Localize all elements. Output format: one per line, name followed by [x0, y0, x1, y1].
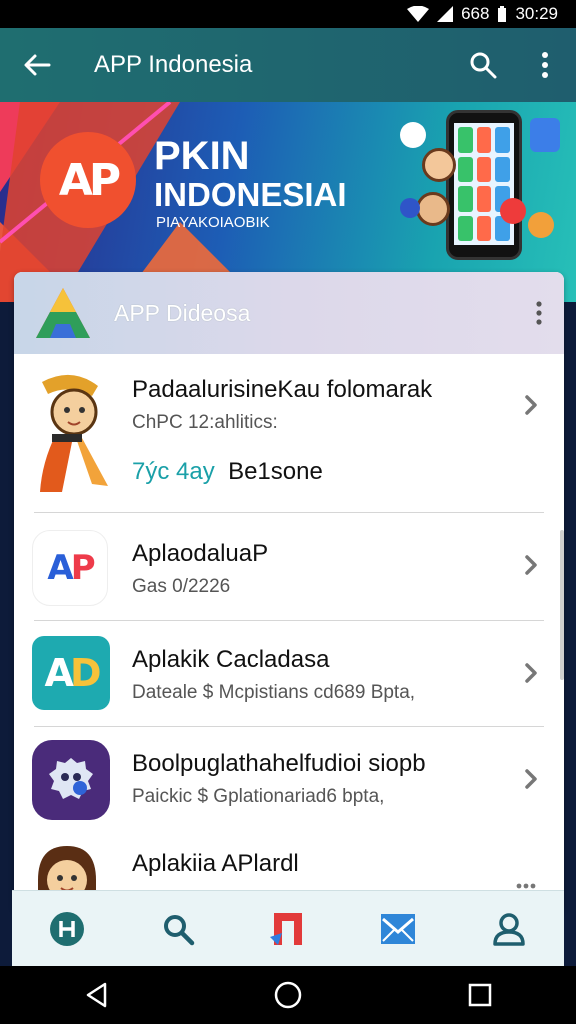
item-title: PadaalurisineKau folomarak	[132, 376, 433, 403]
item-subtitle: Gas 0/2226	[132, 576, 231, 597]
clock: 30:29	[515, 4, 558, 23]
character-avatar-icon	[32, 372, 116, 501]
phone-illustration	[446, 110, 522, 260]
circle-home-icon	[274, 981, 302, 1009]
item-extra: 7ýc 4ay Be1sone	[132, 458, 432, 486]
kid-illustration	[422, 148, 456, 182]
app-icon: AD	[32, 636, 110, 710]
more-vert-icon	[542, 52, 548, 78]
nav-profile[interactable]	[479, 899, 539, 959]
system-back-button[interactable]	[56, 966, 136, 1024]
nav-mail[interactable]	[368, 899, 428, 959]
app-bubble-icon	[400, 122, 426, 148]
card-more-button[interactable]	[514, 301, 564, 325]
hero-subtitle: INDONESIAI	[154, 176, 347, 213]
battery-icon	[497, 6, 507, 22]
back-button[interactable]	[0, 28, 74, 102]
app-logo: AP	[40, 132, 136, 228]
hero-tagline: PIAYAKOIAOBIK	[156, 214, 270, 231]
chevron-right-icon	[524, 768, 538, 795]
chevron-right-icon	[524, 662, 538, 689]
signal-icon	[437, 6, 454, 22]
app-bubble-icon	[530, 118, 560, 152]
card-title: APP Dideosa	[114, 299, 251, 326]
triangle-back-icon	[86, 982, 107, 1008]
item-extra-teal: 7ýc 4ay	[132, 458, 215, 485]
battery-level: 668	[461, 4, 490, 23]
app-bubble-icon	[500, 198, 526, 224]
app-icon: AP	[32, 530, 108, 606]
more-vert-icon	[536, 301, 542, 325]
scrollbar[interactable]	[560, 530, 564, 680]
nav-home[interactable]	[37, 899, 97, 959]
item-subtitle: ChPC 12:ahlitics:	[132, 412, 278, 433]
app-bubble-icon	[400, 198, 420, 218]
triangle-logo-icon	[34, 272, 92, 354]
hero-title: PKIN	[154, 134, 250, 178]
home-icon	[50, 911, 85, 946]
item-title: Aplakiia APlardl	[132, 850, 299, 877]
chevron-right-icon	[524, 394, 538, 421]
kid-illustration	[416, 192, 450, 226]
list-item[interactable]: Boolpuglathahelfudioi siopb Paickic $ Gp…	[14, 728, 564, 832]
item-subtitle: Dateale $ Mcpistians cd689 Bpta,	[132, 682, 416, 703]
divider	[34, 620, 544, 621]
app-bar-title: APP Indonesia	[94, 51, 253, 78]
profile-icon	[493, 912, 525, 946]
search-icon	[470, 52, 497, 79]
divider	[34, 726, 544, 727]
ghost-app-icon	[32, 740, 110, 820]
list-item[interactable]: PadaalurisineKau folomarak ChPC 12:ahlit…	[14, 354, 564, 512]
store-icon	[269, 912, 302, 945]
nav-search[interactable]	[148, 899, 208, 959]
system-recents-button[interactable]	[440, 966, 520, 1024]
divider	[34, 512, 544, 513]
status-bar: 668 30:29	[0, 0, 576, 28]
arrow-left-icon	[24, 54, 51, 76]
search-button[interactable]	[452, 28, 514, 102]
item-subtitle: Paickic $ Gplationariad6 bpta,	[132, 786, 385, 807]
bottom-navigation	[12, 890, 564, 966]
item-title: Boolpuglathahelfudioi siopb	[132, 750, 426, 777]
search-icon	[163, 914, 194, 945]
item-extra-dark: Be1sone	[228, 458, 323, 485]
item-title: AplaodaluaP	[132, 540, 269, 567]
more-options-button[interactable]	[514, 28, 576, 102]
card-header: APP Dideosa	[14, 272, 564, 354]
mail-icon	[381, 913, 416, 944]
system-navigation-bar	[0, 966, 576, 1024]
chevron-right-icon	[524, 554, 538, 581]
list-item[interactable]: AP AplaodaluaP Gas 0/2226	[14, 514, 564, 620]
app-bubble-icon	[528, 212, 554, 238]
wifi-icon	[407, 6, 430, 22]
list-item[interactable]: AD Aplakik Cacladasa Dateale $ Mcpistian…	[14, 622, 564, 726]
system-home-button[interactable]	[248, 966, 328, 1024]
app-list-card: APP Dideosa PadaalurisineKau folomarak C…	[14, 272, 564, 912]
nav-store[interactable]	[258, 899, 318, 959]
app-bar: APP Indonesia	[0, 28, 576, 102]
square-recents-icon	[468, 983, 492, 1007]
item-title: Aplakik Cacladasa	[132, 646, 330, 673]
